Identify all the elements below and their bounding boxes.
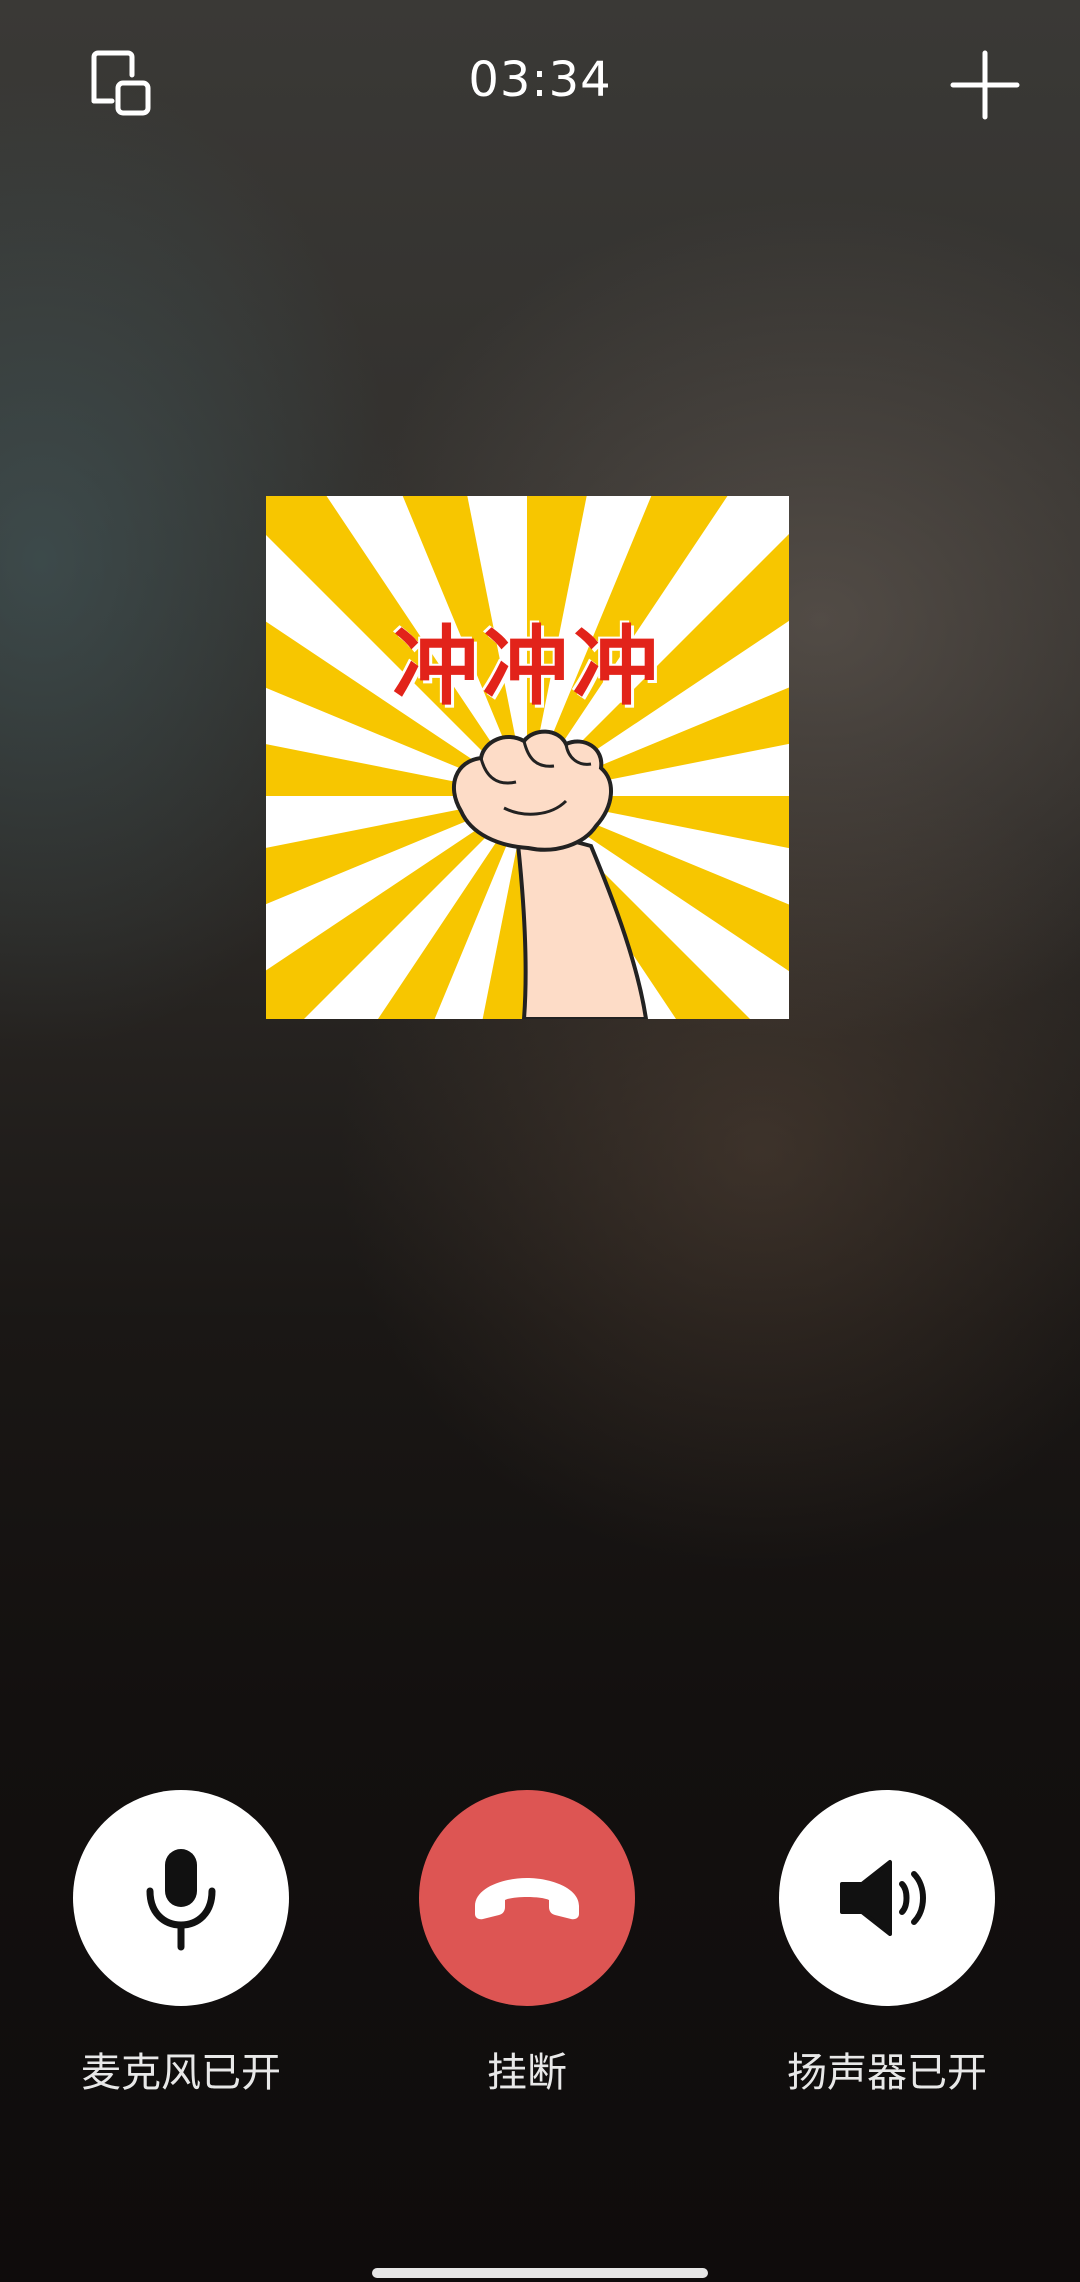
- speaker-icon: [840, 1860, 926, 1936]
- microphone-icon: [146, 1849, 216, 1951]
- speaker-label: 扬声器已开: [787, 2050, 987, 2096]
- hangup-label: 挂断: [487, 2050, 567, 2096]
- microphone-button[interactable]: [73, 1790, 289, 2006]
- call-duration: 03:34: [468, 52, 612, 108]
- speaker-toggle[interactable]: 扬声器已开: [757, 1790, 1017, 2098]
- hangup-control[interactable]: 挂断: [397, 1790, 657, 2098]
- sticker-caption: 冲冲冲: [392, 617, 663, 717]
- phone-hangup-icon: [475, 1878, 579, 1920]
- hangup-button[interactable]: [419, 1790, 635, 2006]
- sunburst-background: [266, 496, 789, 1019]
- add-participant-button[interactable]: [935, 35, 1035, 135]
- picture-in-picture-icon: [91, 50, 151, 116]
- contact-avatar-sticker: 冲冲冲: [266, 496, 789, 1019]
- microphone-label: 麦克风已开: [81, 2050, 281, 2096]
- minimize-window-button[interactable]: [70, 35, 170, 135]
- call-top-bar: 03:34: [0, 0, 1080, 170]
- call-controls: 麦克风已开 挂断 扬声器已开: [0, 1790, 1080, 2130]
- plus-icon: [950, 50, 1020, 120]
- speaker-button[interactable]: [779, 1790, 995, 2006]
- microphone-toggle[interactable]: 麦克风已开: [51, 1790, 311, 2098]
- home-indicator[interactable]: [372, 2268, 708, 2278]
